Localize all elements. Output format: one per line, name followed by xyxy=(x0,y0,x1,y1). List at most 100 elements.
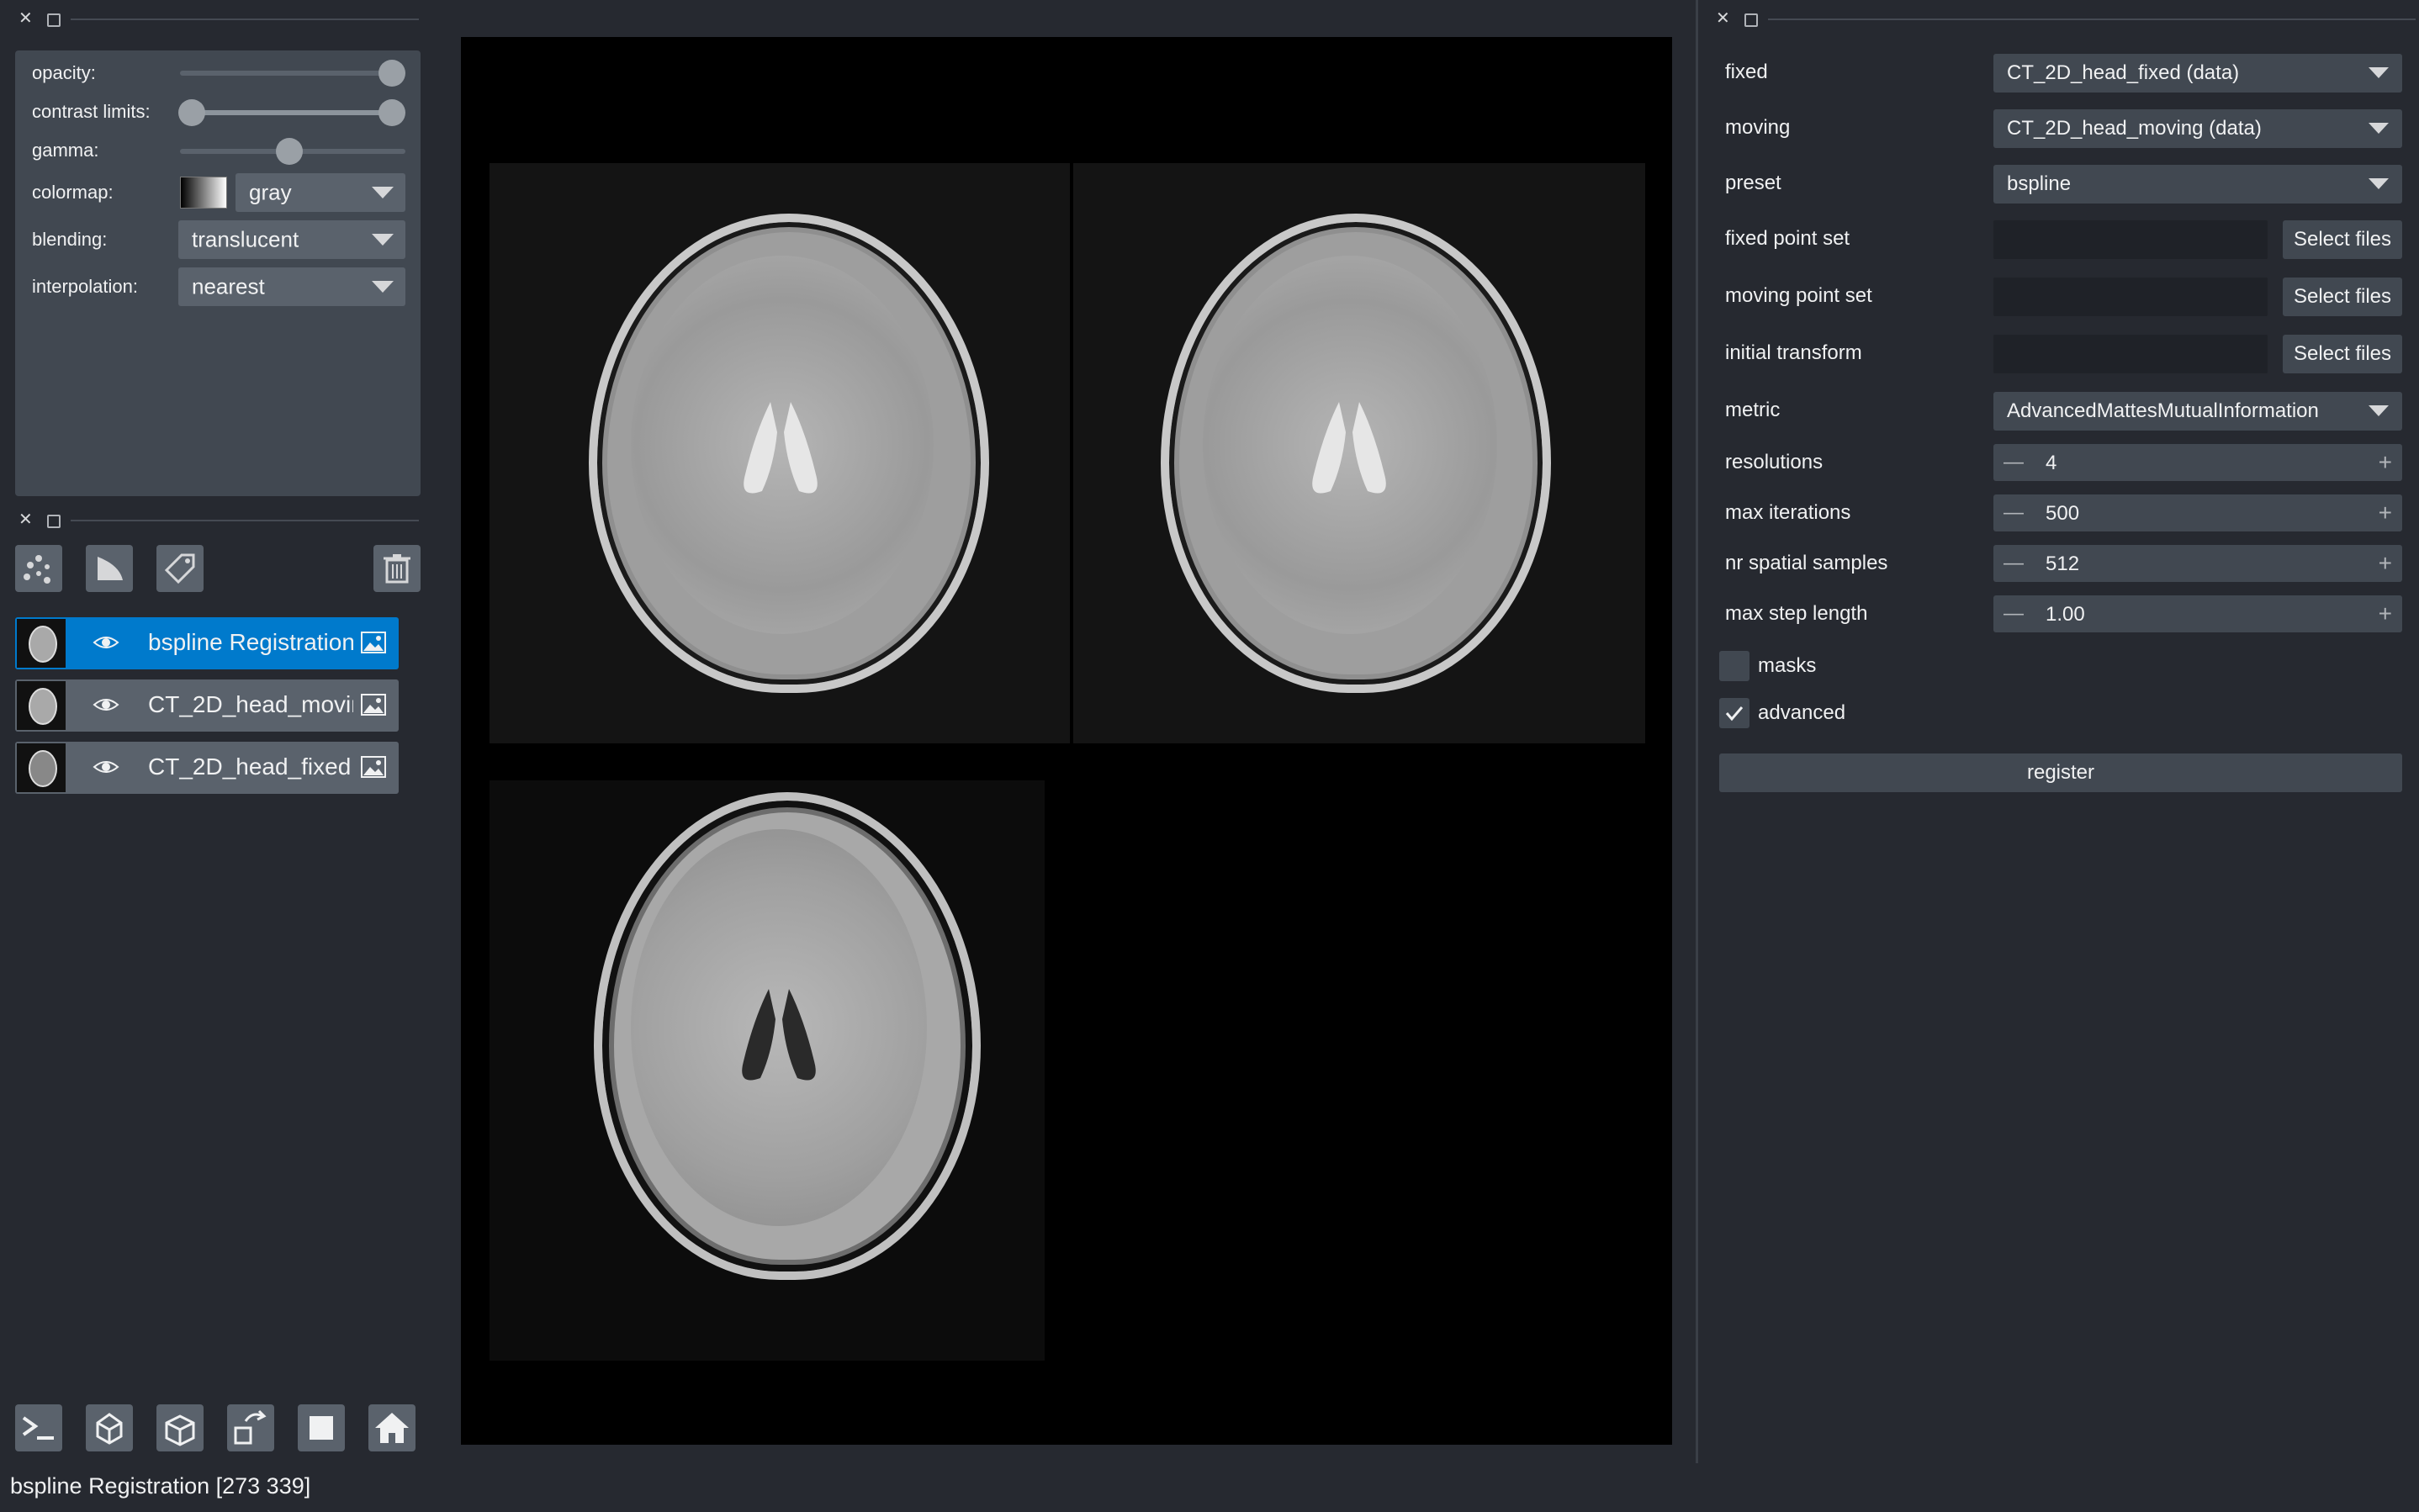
fixed-point-set-label: fixed point set xyxy=(1725,227,1850,250)
new-shapes-layer-button[interactable] xyxy=(86,545,133,592)
chevron-down-icon xyxy=(372,281,394,293)
transpose-icon xyxy=(234,1409,267,1445)
masks-checkbox[interactable] xyxy=(1719,651,1749,681)
shapes-icon xyxy=(98,557,123,580)
points-icon xyxy=(24,555,50,584)
moving-point-set-label: moving point set xyxy=(1725,284,1872,307)
chevron-down-icon xyxy=(372,234,394,246)
register-button[interactable]: register xyxy=(1719,753,2402,792)
opacity-slider-handle[interactable] xyxy=(378,60,405,87)
increment-icon[interactable]: + xyxy=(2379,600,2392,627)
initial-transform-label: initial transform xyxy=(1725,341,1862,364)
home-button[interactable] xyxy=(368,1404,416,1451)
brain-image-fixed xyxy=(594,792,981,1280)
transpose-button[interactable] xyxy=(227,1404,274,1451)
opacity-slider[interactable] xyxy=(180,71,405,76)
eye-icon[interactable] xyxy=(93,695,119,715)
max-step-length-label: max step length xyxy=(1725,602,1868,625)
layer-name[interactable]: CT_2D_head_fixed xyxy=(148,753,353,780)
metric-dropdown[interactable]: AdvancedMattesMutualInformation xyxy=(1993,392,2402,431)
status-bar: bspline Registration [273 339] xyxy=(10,1473,311,1499)
layer-row-ct-2d-head-moving[interactable]: CT_2D_head_moving xyxy=(15,679,399,732)
increment-icon[interactable]: + xyxy=(2379,550,2392,577)
chevron-down-icon xyxy=(2369,178,2389,189)
delete-layer-button[interactable] xyxy=(373,545,421,592)
chevron-down-icon xyxy=(2369,67,2389,78)
decrement-icon[interactable]: — xyxy=(2003,602,2024,626)
eye-icon[interactable] xyxy=(93,632,119,653)
new-points-layer-button[interactable] xyxy=(15,545,62,592)
decrement-icon[interactable]: — xyxy=(2003,501,2024,525)
moving-image-dropdown[interactable]: CT_2D_head_moving (data) xyxy=(1993,109,2402,148)
blending-label: blending: xyxy=(32,229,108,250)
masks-label: masks xyxy=(1758,654,1817,677)
colormap-label: colormap: xyxy=(32,182,114,203)
registration-widget-titlebar: ✕ xyxy=(1707,10,2419,27)
float-icon[interactable] xyxy=(47,13,61,27)
colormap-preview xyxy=(180,177,227,209)
increment-icon[interactable]: + xyxy=(2379,449,2392,476)
new-labels-layer-button[interactable] xyxy=(156,545,204,592)
opacity-label: opacity: xyxy=(32,62,96,83)
interpolation-dropdown[interactable]: nearest xyxy=(178,267,405,306)
chevron-down-icon xyxy=(2369,405,2389,416)
advanced-checkbox[interactable] xyxy=(1719,698,1749,728)
layer-thumbnail xyxy=(17,743,66,792)
layer-controls-panel: opacity: contrast limits: gamma: colorma… xyxy=(15,50,421,496)
ndisplay-button[interactable] xyxy=(86,1404,133,1451)
roll-dimensions-button[interactable] xyxy=(156,1404,204,1451)
preset-label: preset xyxy=(1725,172,1781,194)
roll-icon xyxy=(165,1414,195,1446)
fixed-point-set-input[interactable] xyxy=(1993,220,2268,259)
layer-name[interactable]: bspline Registration xyxy=(148,629,353,656)
fixed-point-set-select-button[interactable]: Select files xyxy=(2283,220,2402,259)
chevron-down-icon xyxy=(2369,123,2389,134)
layer-thumbnail xyxy=(17,619,66,668)
close-icon[interactable]: ✕ xyxy=(1716,10,1730,27)
gamma-label: gamma: xyxy=(32,140,99,161)
initial-transform-select-button[interactable]: Select files xyxy=(2283,335,2402,373)
blending-dropdown[interactable]: translucent xyxy=(178,220,405,259)
image-layer-icon xyxy=(361,694,386,716)
layer-row-ct-2d-head-fixed[interactable]: CT_2D_head_fixed xyxy=(15,742,399,794)
chevron-down-icon xyxy=(372,187,394,198)
max-step-length-spinbox[interactable]: — 1.00 + xyxy=(1993,595,2402,632)
viewer-canvas[interactable] xyxy=(461,37,1672,1445)
advanced-label: advanced xyxy=(1758,701,1846,724)
close-icon[interactable]: ✕ xyxy=(19,10,33,27)
resolutions-spinbox[interactable]: — 4 + xyxy=(1993,444,2402,481)
layer-list-titlebar: ✕ xyxy=(0,511,421,528)
preset-dropdown[interactable]: bspline xyxy=(1993,165,2402,204)
gamma-slider-handle[interactable] xyxy=(276,138,303,165)
fixed-image-dropdown[interactable]: CT_2D_head_fixed (data) xyxy=(1993,54,2402,93)
interpolation-label: interpolation: xyxy=(32,276,138,297)
colormap-dropdown[interactable]: gray xyxy=(236,173,405,212)
metric-label: metric xyxy=(1725,399,1781,421)
float-icon[interactable] xyxy=(47,515,61,528)
nr-spatial-samples-label: nr spatial samples xyxy=(1725,552,1888,574)
contrast-limits-label: contrast limits: xyxy=(32,101,151,122)
contrast-min-handle[interactable] xyxy=(178,99,205,126)
layer-name[interactable]: CT_2D_head_moving xyxy=(148,691,353,718)
console-button[interactable] xyxy=(15,1404,62,1451)
resolutions-label: resolutions xyxy=(1725,451,1824,473)
nr-spatial-samples-spinbox[interactable]: — 512 + xyxy=(1993,545,2402,582)
moving-point-set-select-button[interactable]: Select files xyxy=(2283,278,2402,316)
grid-icon xyxy=(310,1416,333,1440)
checkmark-icon xyxy=(1725,706,1744,722)
brain-image-registered xyxy=(589,214,989,693)
float-icon[interactable] xyxy=(1744,13,1758,27)
increment-icon[interactable]: + xyxy=(2379,500,2392,526)
decrement-icon[interactable]: — xyxy=(2003,552,2024,575)
grid-view-button[interactable] xyxy=(298,1404,345,1451)
eye-icon[interactable] xyxy=(93,757,119,777)
max-iterations-spinbox[interactable]: — 500 + xyxy=(1993,494,2402,531)
decrement-icon[interactable]: — xyxy=(2003,451,2024,474)
layer-thumbnail xyxy=(17,681,66,730)
contrast-max-handle[interactable] xyxy=(378,99,405,126)
moving-point-set-input[interactable] xyxy=(1993,278,2268,316)
initial-transform-input[interactable] xyxy=(1993,335,2268,373)
layer-row-bspline-registration[interactable]: bspline Registration xyxy=(15,617,399,669)
labels-icon xyxy=(164,553,195,584)
close-icon[interactable]: ✕ xyxy=(19,511,33,528)
